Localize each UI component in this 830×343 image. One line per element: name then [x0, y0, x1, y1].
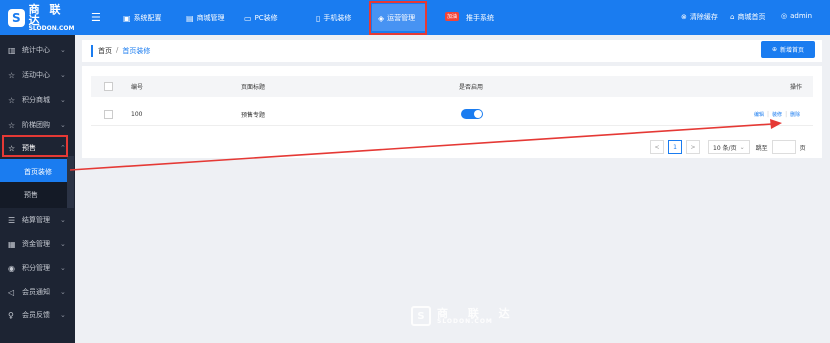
arrow-line — [69, 123, 773, 171]
annotation-arrow — [69, 119, 782, 171]
arrow-head — [770, 119, 782, 129]
